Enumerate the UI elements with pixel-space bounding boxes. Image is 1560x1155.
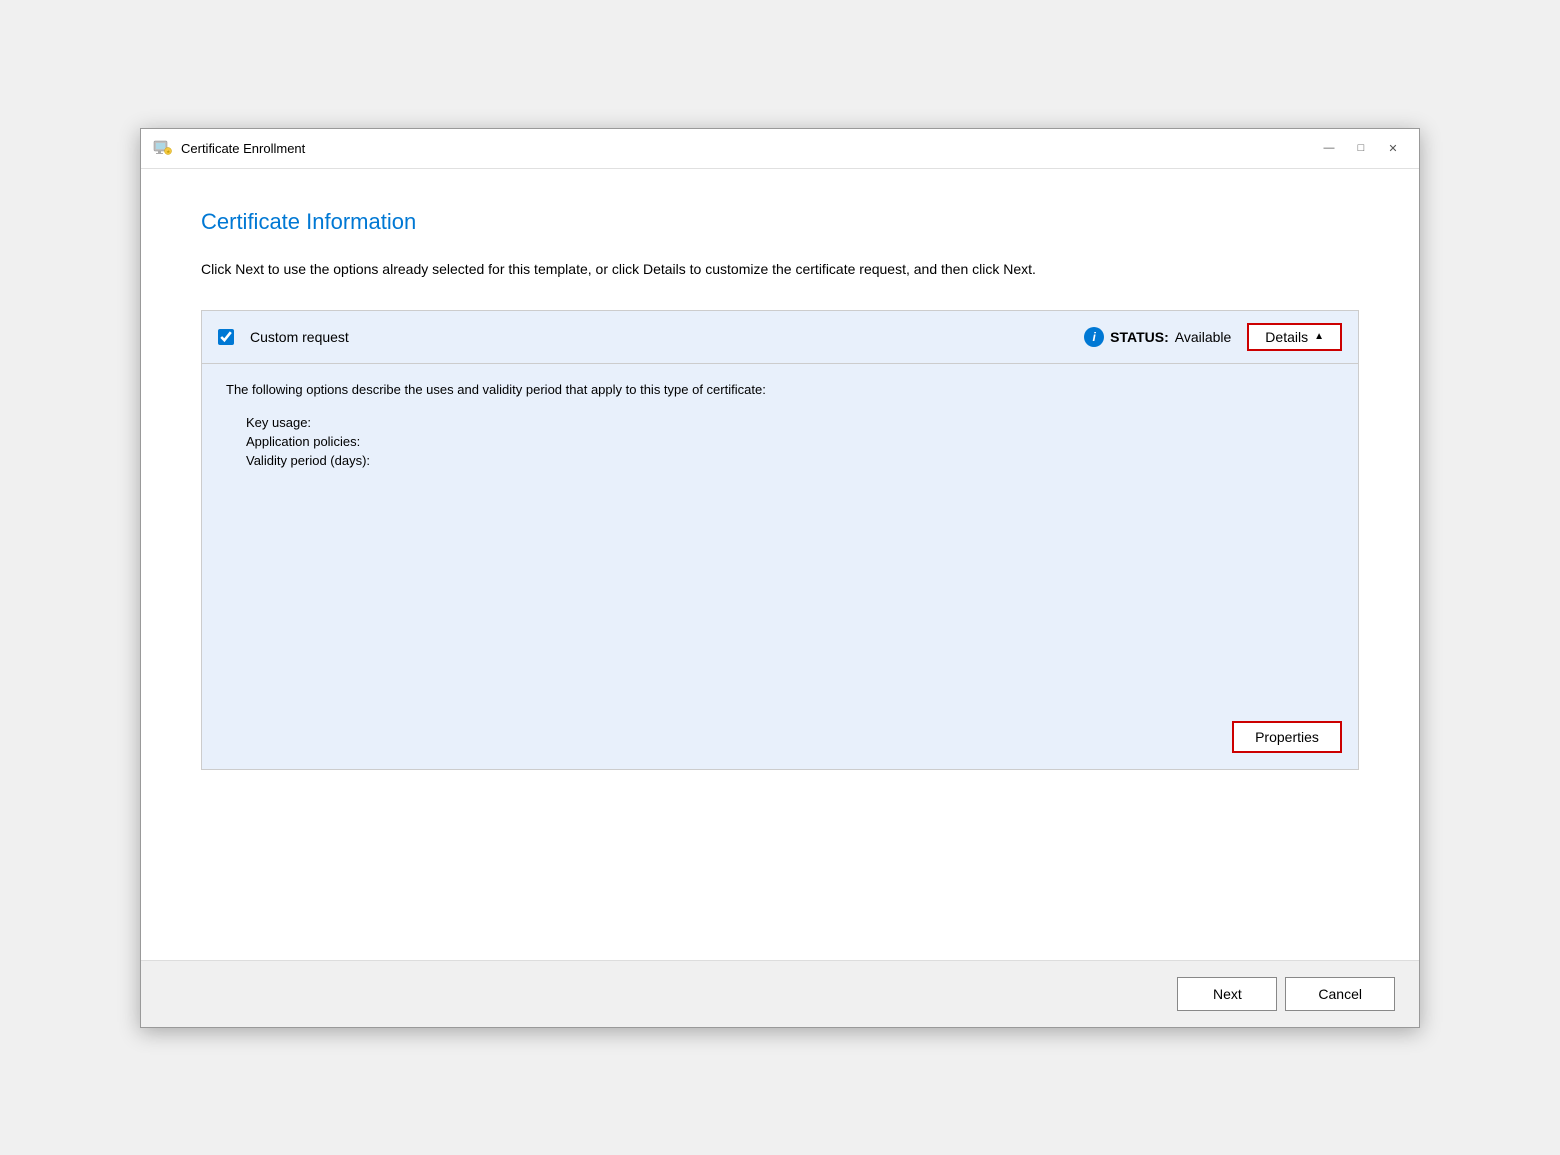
chevron-up-icon: ▲ <box>1314 331 1324 342</box>
svg-text:★: ★ <box>167 149 171 154</box>
details-button[interactable]: Details ▲ <box>1247 323 1342 351</box>
cert-enrollment-icon: ★ <box>153 138 173 158</box>
next-button[interactable]: Next <box>1177 977 1277 1011</box>
app-policies-field: Application policies: <box>246 434 1334 449</box>
key-usage-field: Key usage: <box>246 415 1334 430</box>
title-bar-controls: — □ ✕ <box>1315 136 1407 160</box>
maximize-button[interactable]: □ <box>1347 136 1375 160</box>
main-content: Certificate Information Click Next to us… <box>141 169 1419 960</box>
page-description: Click Next to use the options already se… <box>201 259 1101 280</box>
title-bar-left: ★ Certificate Enrollment <box>153 138 305 158</box>
status-area: i STATUS: Available <box>1084 327 1231 347</box>
status-value: Available <box>1175 329 1232 345</box>
page-title: Certificate Information <box>201 209 1359 235</box>
window-title: Certificate Enrollment <box>181 141 305 156</box>
cert-checkbox[interactable] <box>218 329 234 345</box>
main-window: ★ Certificate Enrollment — □ ✕ Certifica… <box>140 128 1420 1028</box>
close-button[interactable]: ✕ <box>1379 136 1407 160</box>
footer: Next Cancel <box>141 960 1419 1027</box>
status-label: STATUS: <box>1110 329 1169 345</box>
validity-period-field: Validity period (days): <box>246 453 1334 468</box>
properties-button[interactable]: Properties <box>1232 721 1342 753</box>
cert-panel-body: The following options describe the uses … <box>202 364 1358 769</box>
info-icon: i <box>1084 327 1104 347</box>
cert-fields: Key usage: Application policies: Validit… <box>246 415 1334 468</box>
minimize-button[interactable]: — <box>1315 136 1343 160</box>
title-bar: ★ Certificate Enrollment — □ ✕ <box>141 129 1419 169</box>
cert-panel-header: Custom request i STATUS: Available Detai… <box>202 311 1358 364</box>
cancel-button[interactable]: Cancel <box>1285 977 1395 1011</box>
cert-panel: Custom request i STATUS: Available Detai… <box>201 310 1359 770</box>
cert-body-description: The following options describe the uses … <box>226 380 1334 400</box>
cert-name: Custom request <box>250 329 1068 345</box>
